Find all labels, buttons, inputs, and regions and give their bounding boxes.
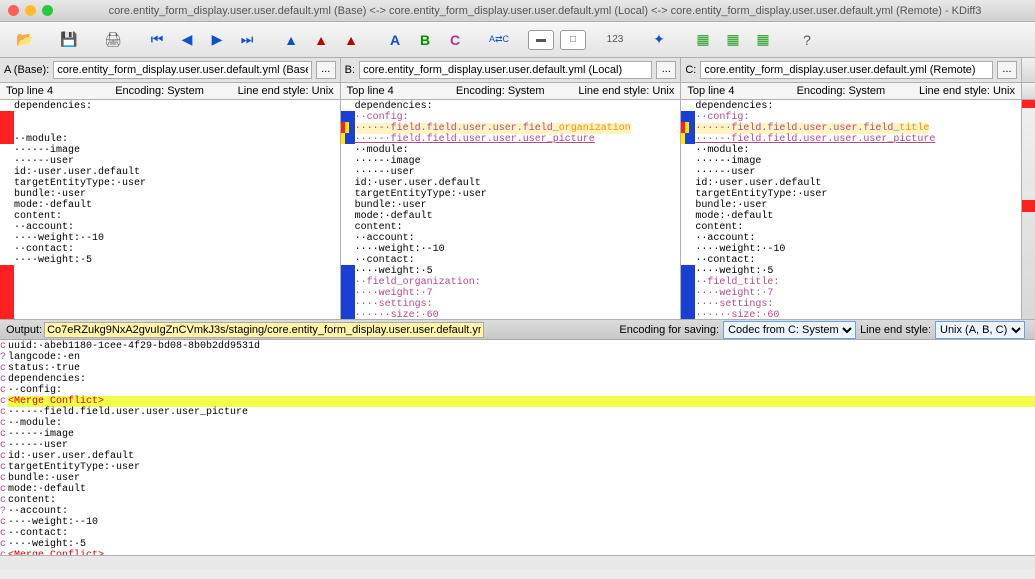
pane-a[interactable]: dependencies: ··module: ····-·image ····… xyxy=(0,100,341,319)
pane-a-header: A (Base): ... xyxy=(0,58,341,82)
box-a-button[interactable]: ▬ xyxy=(528,30,554,50)
pane-a-code: dependencies: ··module: ····-·image ····… xyxy=(14,100,146,319)
pane-a-browse[interactable]: ... xyxy=(316,61,336,79)
last-diff-button[interactable]: ⏭ xyxy=(232,27,262,53)
close-icon[interactable] xyxy=(8,5,19,16)
up-arrow-3[interactable]: ▲ xyxy=(336,27,366,53)
window-controls xyxy=(8,5,53,16)
pane-b-gutter xyxy=(341,100,355,319)
maximize-icon[interactable] xyxy=(42,5,53,16)
pane-a-topline: Top line 4 xyxy=(6,85,115,97)
pane-b[interactable]: dependencies: ··config: ····-·field.fiel… xyxy=(341,100,682,319)
pane-c-gutter xyxy=(681,100,695,319)
pick-b-button[interactable]: B xyxy=(410,27,440,53)
prev-diff-button[interactable]: ◀ xyxy=(172,27,202,53)
output-header: Output: Encoding for saving: Codec from … xyxy=(0,320,1035,340)
window-title: core.entity_form_display.user.user.defau… xyxy=(63,5,1027,17)
first-diff-button[interactable]: ⏮ xyxy=(142,27,172,53)
line-numbers-button[interactable]: 123 xyxy=(600,27,630,53)
next-diff-button[interactable]: ▶ xyxy=(202,27,232,53)
help-button[interactable]: ? xyxy=(792,27,822,53)
scroll-widget[interactable] xyxy=(1021,58,1035,82)
pane-a-encoding: Encoding: System xyxy=(115,85,224,97)
open-button[interactable]: 📂 xyxy=(10,27,40,53)
print-button[interactable]: 🖨 xyxy=(98,27,128,53)
pane-a-path[interactable] xyxy=(53,61,311,79)
pane-b-path[interactable] xyxy=(359,61,652,79)
pane-b-code: dependencies: ··config: ····-·field.fiel… xyxy=(355,100,631,319)
pane-a-gutter xyxy=(0,100,14,319)
output-label: Output: xyxy=(6,324,42,336)
panes-body: dependencies: ··module: ····-·image ····… xyxy=(0,100,1035,320)
pane-c-browse[interactable]: ... xyxy=(997,61,1017,79)
pick-c-button[interactable]: C xyxy=(440,27,470,53)
box-b-button[interactable]: □ xyxy=(560,30,586,50)
pane-b-encoding: Encoding: System xyxy=(456,85,565,97)
pane-c-lineend: Line end style: Unix xyxy=(906,85,1015,97)
pane-c-topline: Top line 4 xyxy=(687,85,796,97)
encoding-select[interactable]: Codec from C: System xyxy=(723,321,856,339)
grid-3-icon[interactable]: ▦ xyxy=(748,27,778,53)
diamond-icon[interactable]: ✦ xyxy=(644,27,674,53)
encoding-label: Encoding for saving: xyxy=(619,324,719,336)
pane-b-browse[interactable]: ... xyxy=(656,61,676,79)
pane-c[interactable]: dependencies: ··config: ····-·field.fiel… xyxy=(681,100,1021,319)
scroll-widget-3[interactable] xyxy=(1021,100,1035,319)
pane-a-lineend: Line end style: Unix xyxy=(224,85,333,97)
save-button[interactable]: 💾 xyxy=(54,27,84,53)
toolbar: 📂 💾 🖨 ⏮ ◀ ▶ ⏭ ▲ ▲ ▲ A B C A⇄C ▬ □ 123 ✦ … xyxy=(0,22,1035,58)
pane-b-lineend: Line end style: Unix xyxy=(565,85,674,97)
pane-c-encoding: Encoding: System xyxy=(797,85,906,97)
pane-c-code: dependencies: ··config: ····-·field.fiel… xyxy=(695,100,935,319)
auto-button[interactable]: A⇄C xyxy=(484,27,514,53)
up-arrow-2[interactable]: ▲ xyxy=(306,27,336,53)
pane-c-header: C: ... xyxy=(681,58,1021,82)
pane-c-label: C: xyxy=(685,64,696,76)
scroll-widget-2[interactable] xyxy=(1021,83,1035,99)
minimize-icon[interactable] xyxy=(25,5,36,16)
output-gutter: c ? c c c c c c c c c c c c c ? c c c c xyxy=(0,340,8,555)
pick-a-button[interactable]: A xyxy=(380,27,410,53)
output-path[interactable] xyxy=(44,322,484,338)
pane-c-path[interactable] xyxy=(700,61,993,79)
bottom-scrollbar[interactable] xyxy=(0,555,1035,569)
grid-2-icon[interactable]: ▦ xyxy=(718,27,748,53)
lineend-select[interactable]: Unix (A, B, C) xyxy=(935,321,1025,339)
titlebar: core.entity_form_display.user.user.defau… xyxy=(0,0,1035,22)
panes-header: A (Base): ... B: ... C: ... xyxy=(0,58,1035,83)
output-body[interactable]: c ? c c c c c c c c c c c c c ? c c c c … xyxy=(0,340,1035,555)
pane-b-topline: Top line 4 xyxy=(347,85,456,97)
lineend-label: Line end style: xyxy=(860,324,931,336)
panes-meta: Top line 4Encoding: SystemLine end style… xyxy=(0,83,1035,100)
up-arrow-1[interactable]: ▲ xyxy=(276,27,306,53)
pane-a-label: A (Base): xyxy=(4,64,49,76)
output-code: uuid:·abeb1180-1cee-4f29-bd08-8b0b2dd953… xyxy=(8,340,1035,555)
pane-b-header: B: ... xyxy=(341,58,682,82)
pane-b-label: B: xyxy=(345,64,355,76)
grid-1-icon[interactable]: ▦ xyxy=(688,27,718,53)
